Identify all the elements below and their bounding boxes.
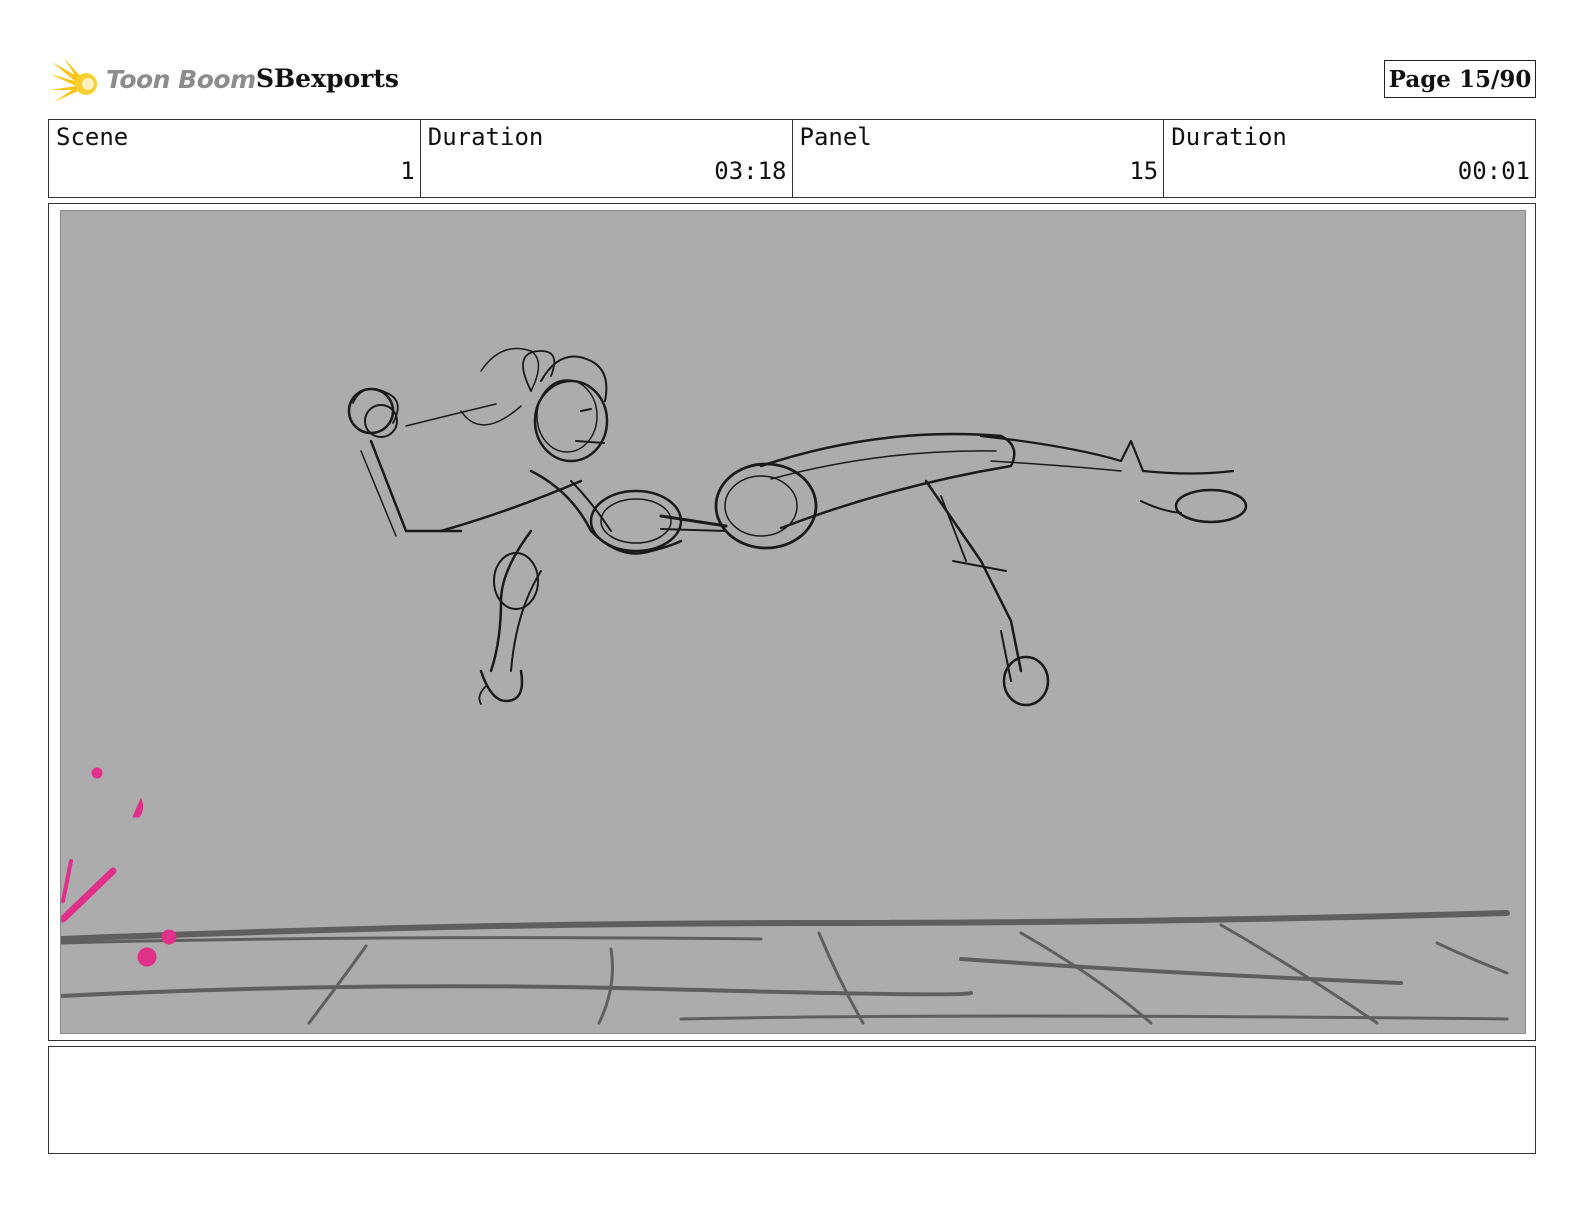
logo-text: Toon Boom (106, 65, 256, 94)
scene-value: 1 (400, 157, 415, 185)
notes-area (48, 1046, 1536, 1154)
panel-duration-value: 00:01 (1457, 157, 1530, 185)
panel-value: 15 (1129, 157, 1159, 185)
panel-info-table: Scene 1 Duration 03:18 Panel 15 Duration… (48, 119, 1536, 198)
floor-grid (61, 910, 1510, 1025)
panel-label: Panel (799, 123, 872, 151)
toon-boom-logo: Toon Boom (50, 56, 290, 108)
star-burst-icon (50, 58, 97, 102)
scene-cell: Scene 1 (49, 120, 421, 197)
page-indicator: Page 15/90 (1384, 60, 1536, 98)
scene-label: Scene (56, 123, 129, 151)
panel-cell: Panel 15 (793, 120, 1165, 197)
panel-duration-label: Duration (1171, 123, 1287, 151)
page-header: Toon Boom SBexports Page 15/90 (48, 56, 1536, 108)
scene-duration-label: Duration (427, 123, 544, 151)
storyboard-panel-image (60, 210, 1526, 1034)
sketch-drawing (61, 347, 1510, 1025)
panel-duration-cell: Duration 00:01 (1164, 120, 1535, 197)
scene-duration-value: 03:18 (714, 157, 787, 185)
scene-duration-cell: Duration 03:18 (421, 120, 793, 197)
project-title: SBexports (256, 64, 399, 93)
character-sketch (347, 347, 1248, 707)
